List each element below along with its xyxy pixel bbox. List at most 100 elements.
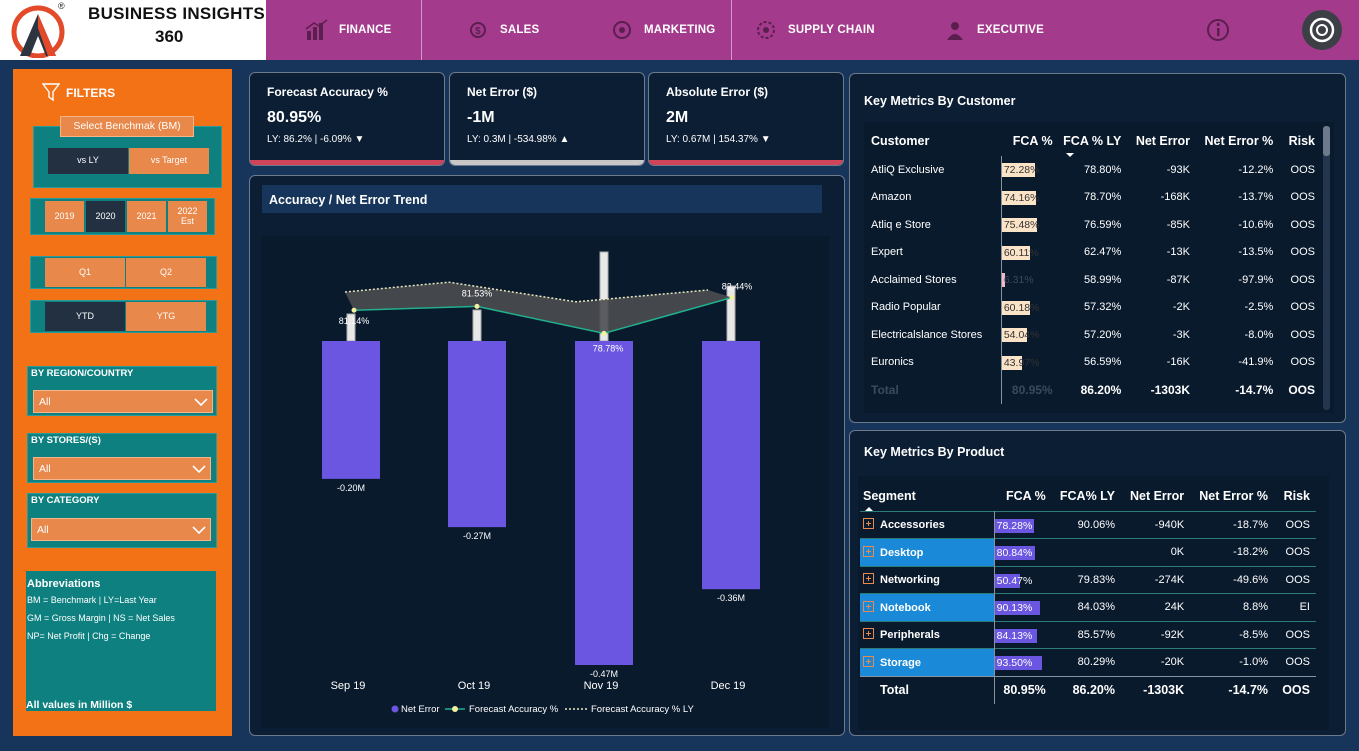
table-row[interactable]: Notebook 90.13% 84.03% 24K 8.8% EI [860,593,1316,621]
customer-table-scrollbar[interactable] [1323,126,1330,410]
expand-plus-icon[interactable] [863,573,874,585]
fca-ly-cell: 78.70% [1083,191,1122,204]
expand-plus-icon[interactable] [863,518,874,530]
segment-cell[interactable]: Accessories [860,511,994,539]
nav-executive[interactable]: EXECUTIVE [943,0,1044,60]
column-header[interactable]: Customer [866,126,1001,156]
column-header[interactable]: FCA % LY [1059,126,1128,157]
fca-cell: 93.50% [993,648,1052,676]
column-header[interactable]: Risk [1274,481,1316,511]
nav-marketing-label: MARKETING [644,24,716,36]
registered-mark: ® [58,1,65,11]
kpi-status-bar [250,160,444,165]
stores-dropdown[interactable]: All [33,457,211,480]
year-2022-est-button[interactable]: 2022 Est [168,201,207,232]
nav-marketing[interactable]: MARKETING [610,0,715,60]
segment-cell[interactable]: Peripherals [860,621,994,649]
total-row: Total 80.95% 86.20% -1303K -14.7% OOS [860,676,1316,704]
down-arrow-icon: ▼ [354,134,365,145]
expand-plus-icon[interactable] [863,628,874,640]
risk-cell: OOS [1285,518,1310,531]
expand-plus-icon[interactable] [863,655,874,667]
segment-cell[interactable]: Notebook [860,593,995,621]
table-row[interactable]: Expert 60.11% 62.47% -13K -13.5% OOS [866,238,1321,266]
q1-button[interactable]: Q1 [45,258,125,287]
table-row[interactable]: Electricalslance Stores 54.04% 57.20% -3K -8… [866,321,1321,349]
total-net-error: -1303K [1143,683,1185,697]
table-row[interactable]: Euronics 43.97% 56.59% -16K -41.9% OOS [866,348,1321,376]
year-2019-button[interactable]: 2019 [45,201,84,232]
table-row[interactable]: Acclaimed Stores 6.31% 58.99% -87K -97.9% OOS [866,266,1321,294]
table-row[interactable]: Radio Popular 60.18% 57.32% -2K -2.5% OOS [866,293,1321,321]
filter-funnel-icon [42,83,60,102]
table-row[interactable]: Amazon 74.16% 78.70% -168K -13.7% OOS [866,183,1321,211]
column-header[interactable]: FCA% LY [1052,481,1121,511]
customer-name: Amazon [871,191,912,204]
year-2020-button[interactable]: 2020 [86,201,125,232]
net-error-pct-cell: -13.5% [1238,246,1274,259]
year-2021-button[interactable]: 2021 [127,201,166,232]
ytg-button[interactable]: YTG [126,302,206,331]
table-row[interactable]: Storage 93.50% 80.29% -20K -1.0% OOS [860,648,1316,676]
segment-cell[interactable]: Desktop [860,538,995,566]
table-row[interactable]: Networking 50.47% 79.83% -274K -49.6% OOS [860,566,1316,594]
segment-cell[interactable]: Storage [860,648,995,676]
nav-sales[interactable]: $ SALES [466,0,539,60]
net-error-pct-cell: -49.6% [1233,573,1269,586]
vs-target-button[interactable]: vs Target [129,148,209,174]
region-dropdown[interactable]: All [33,390,213,413]
nav-divider [731,0,732,60]
abbreviation-line: BM = Benchmark | LY=Last Year [27,595,157,605]
table-row[interactable]: Atliq e Store 75.48% 76.59% -85K -10.6% OOS [866,211,1321,239]
expand-plus-icon[interactable] [863,545,874,557]
category-label: BY CATEGORY [31,495,100,506]
column-header[interactable]: FCA % [1001,126,1058,156]
vs-ly-button[interactable]: vs LY [48,148,128,174]
risk-cell: OOS [1290,163,1315,176]
scrollbar-thumb[interactable] [1323,126,1330,156]
segment-cell[interactable]: Networking [860,566,994,594]
net-error-cell: -13K [1166,246,1190,259]
customer-name: AtliQ Exclusive [871,163,945,176]
column-header[interactable]: FCA % [994,481,1052,511]
column-header[interactable]: Net Error [1121,481,1190,511]
net-error-cell: -274K [1154,573,1185,586]
net-error-pct-cell: 8.8% [1242,601,1269,614]
forecast-accuracy-point [351,307,357,313]
net-error-cell: -168K [1160,191,1190,204]
column-header[interactable]: Segment [860,481,994,511]
info-icon[interactable] [1205,17,1231,43]
nav-finance[interactable]: FINANCE [305,0,392,60]
support-icon[interactable] [1301,9,1343,51]
net-error-cell: -85K [1166,218,1190,231]
column-header[interactable]: Net Error % [1196,126,1279,156]
table-row[interactable]: Desktop 80.84% 0K -18.2% OOS [860,538,1316,566]
executive-icon [947,22,963,40]
table-row[interactable]: Peripherals 84.13% 85.57% -92K -8.5% OOS [860,621,1316,649]
risk-cell: OOS [1290,273,1315,286]
net-error-bar [448,341,506,528]
expand-plus-icon[interactable] [863,600,874,612]
total-label: Total [880,683,909,697]
risk-cell: OOS [1290,356,1315,369]
nav-divider [421,0,422,60]
x-tick-label: Oct 19 [458,680,490,692]
nav-supply-chain[interactable]: SUPPLY CHAIN [754,0,875,60]
net-error-bar [322,341,380,479]
q2-button[interactable]: Q2 [126,258,206,287]
abbreviations-box [26,571,216,711]
table-row[interactable]: AtliQ Exclusive 72.28% 78.80% -93K -12.2% OOS [866,156,1321,184]
stores-label: BY STORES/(S) [31,435,101,446]
customer-name: Radio Popular [871,301,941,314]
finance-chart-icon [305,19,328,40]
x-tick-label: Nov 19 [584,680,619,692]
column-header[interactable]: Risk [1279,126,1321,156]
ytd-button[interactable]: YTD [45,302,125,331]
category-dropdown[interactable]: All [31,518,211,541]
net-error-pct-cell: -18.7% [1233,518,1269,531]
column-header[interactable]: Net Error [1127,126,1196,156]
kpi-title: Forecast Accuracy % [267,85,388,99]
column-header[interactable]: Net Error % [1190,481,1274,511]
table-row[interactable]: Accessories 78.28% 90.06% -940K -18.7% OOS [860,511,1316,539]
risk-cell: OOS [1290,246,1315,259]
